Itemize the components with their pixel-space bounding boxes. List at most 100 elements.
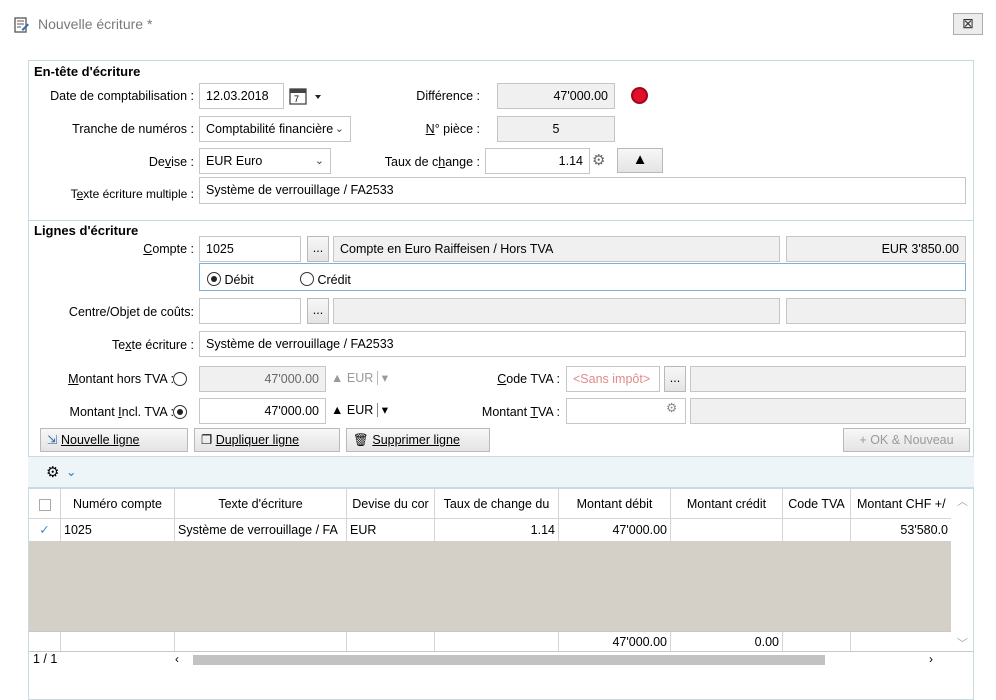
pager: 1 / 1	[33, 652, 58, 666]
ok-nouveau-button[interactable]: + OK & Nouveau	[843, 428, 970, 452]
credit-radio[interactable]: Crédit	[300, 270, 351, 287]
lines-section-title: Lignes d'écriture	[34, 223, 139, 238]
code-tva-description	[690, 366, 966, 392]
montant-incl-currency[interactable]: ▲ EUR ▾	[331, 402, 389, 417]
texte-multiple-input[interactable]: Système de verrouillage / FA2533	[199, 177, 966, 204]
centre-browse-button[interactable]: ...	[307, 298, 329, 324]
grid-footer: 1 / 1 ‹ ›	[29, 651, 973, 667]
horizontal-scroll-thumb[interactable]	[193, 655, 825, 665]
centre-extra	[786, 298, 966, 324]
scroll-right-icon[interactable]: ›	[929, 652, 933, 667]
devise-label: Devise :	[148, 155, 194, 169]
col-taux[interactable]: Taux de change du	[435, 489, 559, 519]
devise-value: EUR Euro	[206, 154, 263, 168]
taux-input[interactable]: 1.14	[485, 148, 590, 174]
totals-row: 47'000.00 0.00	[29, 631, 951, 652]
row-check-icon: ✓	[29, 519, 61, 541]
close-button[interactable]: ⊠	[953, 13, 983, 35]
credit-label: Crédit	[317, 273, 351, 287]
document-edit-icon	[14, 17, 29, 33]
supprimer-ligne-button[interactable]: 🗑 Supprimer ligne	[346, 428, 490, 452]
texte-input[interactable]: Système de verrouillage / FA2533	[199, 331, 966, 357]
texte-multiple-label: Texte écriture multiple :	[70, 187, 194, 201]
dupliquer-ligne-button[interactable]: ❐ Dupliquer ligne	[194, 428, 340, 452]
status-red-icon	[631, 87, 648, 104]
warning-icon: ▲	[632, 151, 648, 168]
chevron-down-icon: ⌄	[314, 155, 324, 167]
difference-value: 47'000.00	[497, 83, 615, 109]
vertical-scrollbar[interactable]: ︿ ﹀	[951, 489, 973, 651]
scroll-up-icon[interactable]: ︿	[957, 493, 968, 509]
debit-label: Débit	[224, 273, 254, 287]
taux-label: Taux de change :	[384, 155, 480, 169]
gear-icon[interactable]: ⚙	[666, 400, 677, 415]
table-row[interactable]: ✓ 1025 Système de verrouillage / FA EUR …	[29, 519, 951, 541]
calendar-icon: 7	[289, 88, 321, 105]
cell-taux: 1.14	[435, 519, 559, 541]
total-credit: 0.00	[671, 632, 783, 652]
window-title: Nouvelle écriture *	[38, 16, 153, 32]
col-code-tva[interactable]: Code TVA	[783, 489, 851, 519]
grid-empty-area	[29, 541, 951, 631]
duplicate-icon: ❐	[201, 433, 213, 447]
montant-hors-input: 47'000.00	[199, 366, 326, 392]
montant-incl-radio[interactable]	[173, 405, 187, 419]
col-numero[interactable]: Numéro compte	[61, 489, 175, 519]
debit-radio[interactable]: Débit	[207, 270, 254, 287]
trash-icon: 🗑	[353, 433, 369, 447]
total-debit: 47'000.00	[559, 632, 671, 652]
centre-label: Centre/Objet de coûts:	[68, 305, 194, 319]
compte-balance: EUR 3'850.00	[786, 236, 966, 262]
cell-debit: 47'000.00	[559, 519, 671, 541]
montant-hors-radio[interactable]	[173, 372, 187, 386]
compte-browse-button[interactable]: ...	[307, 236, 329, 262]
section-divider	[28, 220, 974, 221]
cell-code-tva	[783, 519, 851, 541]
piece-label: N° pièce :	[425, 122, 480, 136]
gear-icon[interactable]: ⚙	[592, 151, 614, 171]
cell-texte: Système de verrouillage / FA	[175, 519, 347, 541]
code-tva-input[interactable]: <Sans impôt>	[566, 366, 660, 392]
montant-hors-currency: ▲ EUR ▾	[331, 371, 389, 385]
title-bar: Nouvelle écriture * ⊠	[0, 0, 996, 48]
montant-tva-label: Montant TVA :	[481, 405, 560, 419]
compte-input[interactable]: 1025	[199, 236, 301, 262]
tranche-value: Comptabilité financière	[206, 122, 334, 136]
chevron-down-icon[interactable]: ⌄	[66, 464, 76, 479]
montant-incl-input[interactable]: 47'000.00	[199, 398, 326, 424]
difference-label: Différence :	[416, 89, 480, 103]
devise-select[interactable]: EUR Euro ⌄	[199, 148, 331, 174]
centre-input[interactable]	[199, 298, 301, 324]
svg-text:7: 7	[294, 94, 299, 104]
montant-hors-label: Montant hors TVA :	[68, 372, 174, 386]
col-credit[interactable]: Montant crédit	[671, 489, 783, 519]
code-tva-label: Code TVA :	[497, 372, 560, 386]
col-texte[interactable]: Texte d'écriture	[175, 489, 347, 519]
cell-montant-chf: 53'580.0	[900, 523, 948, 537]
select-all-checkbox[interactable]	[29, 489, 61, 519]
tranche-select[interactable]: Comptabilité financière ⌄	[199, 116, 351, 142]
tranche-label: Tranche de numéros :	[72, 122, 194, 136]
chevron-down-icon: ⌄	[334, 123, 344, 135]
col-devise[interactable]: Devise du cor	[347, 489, 435, 519]
settings-gear-icon[interactable]: ⚙	[46, 463, 59, 481]
header-section-title: En-tête d'écriture	[34, 64, 141, 79]
piece-value: 5	[497, 116, 615, 142]
calendar-button[interactable]: 7	[288, 85, 330, 107]
warning-button[interactable]: ▲	[617, 148, 663, 173]
scroll-down-icon[interactable]: ﹀	[957, 635, 968, 651]
col-debit[interactable]: Montant débit	[559, 489, 671, 519]
texte-label: Texte écriture :	[112, 338, 194, 352]
new-line-icon: ⇲	[47, 433, 58, 447]
nouvelle-ligne-button[interactable]: ⇲ Nouvelle ligne	[40, 428, 188, 452]
grid-header: Numéro compte Texte d'écriture Devise du…	[29, 489, 973, 519]
compte-label: Compte :	[143, 242, 194, 256]
scroll-left-icon[interactable]: ‹	[175, 652, 179, 667]
grid-toolbar: ⚙ ⌄	[28, 456, 974, 488]
cell-devise: EUR	[347, 519, 435, 541]
entries-grid: Numéro compte Texte d'écriture Devise du…	[28, 488, 974, 667]
date-label: Date de comptabilisation :	[50, 89, 194, 103]
date-input[interactable]: 12.03.2018	[199, 83, 284, 109]
cell-credit	[671, 519, 783, 541]
code-tva-browse-button[interactable]: ...	[664, 366, 686, 392]
